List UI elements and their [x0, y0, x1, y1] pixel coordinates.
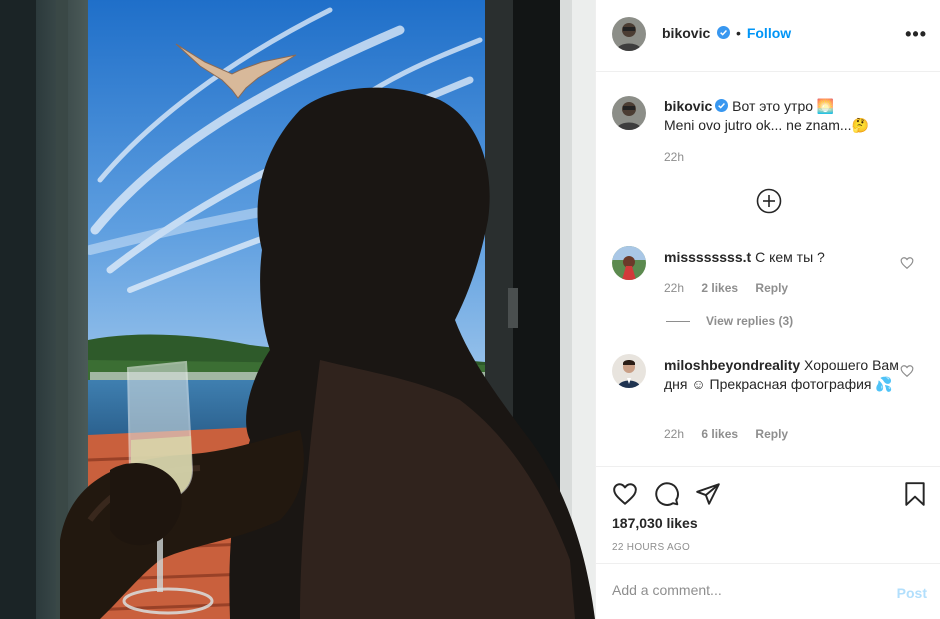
add-comment-bar: Post: [596, 563, 940, 619]
comment-1-like-heart-icon[interactable]: [900, 256, 914, 270]
view-replies-label: View replies (3): [706, 314, 794, 328]
post-photo[interactable]: [0, 0, 595, 619]
comment-1-reply-button[interactable]: Reply: [755, 281, 788, 295]
comment-2-meta: 22h 6 likes Reply: [664, 427, 788, 441]
view-replies-button[interactable]: View replies (3): [666, 314, 793, 328]
caption-username[interactable]: bikovic: [664, 98, 712, 114]
comment-2-like-heart-icon[interactable]: [900, 364, 914, 378]
comment-avatar[interactable]: [612, 354, 646, 388]
load-more-comments-icon[interactable]: [756, 188, 782, 214]
save-bookmark-icon[interactable]: [902, 481, 928, 507]
caption-line-1: Вот это утро 🌅: [732, 98, 835, 114]
caption-time[interactable]: 22h: [664, 150, 684, 164]
comment-2-username[interactable]: miloshbeyondreality: [664, 357, 800, 373]
comment-bubble-icon[interactable]: [654, 481, 680, 507]
comment-1-body: С кем ты ?: [755, 249, 825, 265]
post-comment-button[interactable]: Post: [897, 585, 927, 601]
author-line: bikovic • Follow: [662, 25, 791, 41]
more-options-icon[interactable]: •••: [905, 24, 927, 45]
caption-text: bikovic Вот это утро 🌅 Meni ovo jutro ok…: [664, 97, 904, 135]
caption-avatar[interactable]: [612, 96, 646, 130]
caption-meta: 22h: [664, 150, 684, 164]
post-header: bikovic • Follow •••: [596, 0, 940, 72]
likes-count[interactable]: 187,030 likes: [612, 515, 698, 531]
comment-1-username[interactable]: missssssss.t: [664, 249, 751, 265]
comment-2-time[interactable]: 22h: [664, 427, 684, 441]
comment-2-likes[interactable]: 6 likes: [701, 427, 738, 441]
comment-2-text: miloshbeyondreality Хорошего Вам дня ☺ П…: [664, 356, 904, 394]
comment-1-meta: 22h 2 likes Reply: [664, 281, 788, 295]
like-heart-icon[interactable]: [612, 481, 638, 507]
photo-illustration: [0, 0, 595, 619]
caption-line-2: Meni ovo jutro ok... ne znam...🤔: [664, 117, 869, 133]
posted-time[interactable]: 22 HOURS AGO: [612, 542, 690, 553]
comment-1-text: missssssss.t С кем ты ?: [664, 248, 904, 267]
verified-badge-icon: [715, 99, 729, 112]
post-side-panel: bikovic • Follow ••• bikovic Вот это утр…: [595, 0, 940, 619]
view-replies-line: [666, 320, 690, 322]
comment-avatar[interactable]: [612, 246, 646, 280]
comment-1-likes[interactable]: 2 likes: [701, 281, 738, 295]
post-actions: 187,030 likes 22 HOURS AGO: [596, 466, 940, 563]
follow-button[interactable]: Follow: [747, 25, 791, 41]
author-username[interactable]: bikovic: [662, 25, 710, 41]
comment-1-time[interactable]: 22h: [664, 281, 684, 295]
instagram-post: bikovic • Follow ••• bikovic Вот это утр…: [0, 0, 940, 619]
comment-2-reply-button[interactable]: Reply: [755, 427, 788, 441]
verified-badge-icon: [717, 26, 731, 39]
author-avatar[interactable]: [612, 17, 646, 51]
follow-dot: •: [736, 25, 741, 41]
add-comment-input[interactable]: [612, 582, 872, 598]
share-paper-plane-icon[interactable]: [695, 481, 721, 507]
